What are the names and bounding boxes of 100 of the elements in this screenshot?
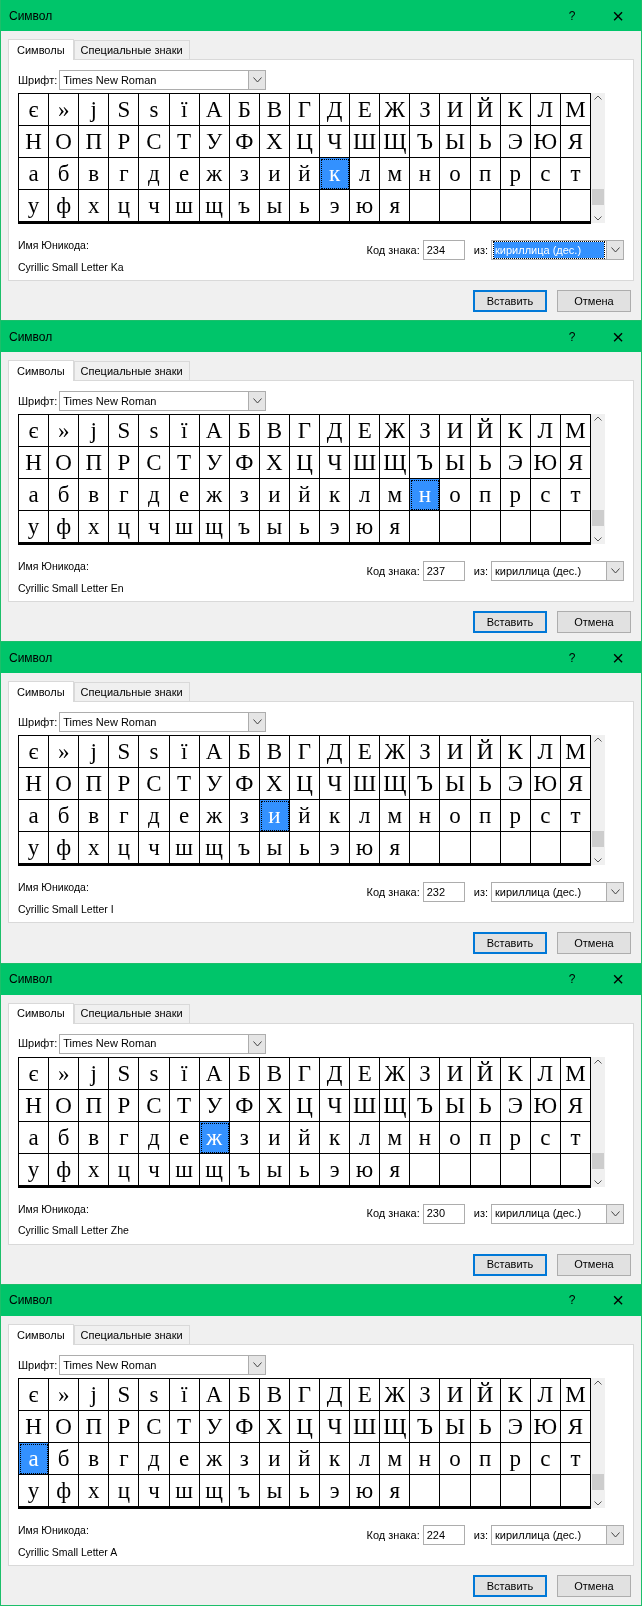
character-cell[interactable]: Э	[500, 768, 531, 801]
character-cell[interactable]: н	[410, 158, 441, 190]
character-cell[interactable]: Н	[19, 126, 50, 158]
character-cell[interactable]: Ъ	[410, 1089, 441, 1122]
character-cell[interactable]: Е	[350, 1378, 381, 1411]
character-cell[interactable]: М	[560, 736, 591, 769]
character-cell[interactable]: Э	[500, 447, 531, 480]
character-cell[interactable]: є	[19, 1057, 50, 1090]
character-cell[interactable]: Щ	[380, 768, 411, 801]
character-cell[interactable]: В	[259, 1378, 290, 1411]
character-cell[interactable]: з	[229, 158, 260, 190]
code-field[interactable]: 230	[422, 1203, 465, 1224]
character-cell[interactable]: е	[169, 158, 200, 190]
character-cell[interactable]: Н	[19, 1410, 50, 1443]
character-cell[interactable]: й	[289, 800, 321, 833]
character-cell[interactable]: л	[350, 158, 381, 190]
character-cell[interactable]: Р	[109, 126, 140, 158]
character-cell[interactable]: Л	[530, 415, 561, 448]
character-cell[interactable]: о	[440, 479, 471, 512]
character-cell[interactable]: й	[289, 479, 321, 512]
character-cell[interactable]: є	[19, 94, 50, 126]
character-cell[interactable]: ы	[259, 190, 290, 222]
character-cell[interactable]: я	[380, 832, 411, 865]
character-cell[interactable]: р	[500, 158, 531, 190]
cancel-button[interactable]: Отмена	[557, 1574, 631, 1597]
character-cell[interactable]: Ч	[320, 447, 351, 480]
character-cell[interactable]: к	[320, 1442, 351, 1475]
character-cell[interactable]: ф	[49, 832, 80, 865]
character-cell[interactable]: ц	[109, 511, 140, 544]
cancel-button[interactable]: Отмена	[557, 932, 631, 955]
character-cell[interactable]: о	[440, 158, 471, 190]
character-cell[interactable]: г	[109, 158, 140, 190]
character-cell[interactable]: Ц	[289, 447, 321, 480]
character-cell[interactable]: к	[320, 1121, 351, 1154]
character-cell[interactable]: Н	[19, 1089, 50, 1122]
character-cell[interactable]: К	[500, 1378, 531, 1411]
character-cell[interactable]: л	[350, 800, 381, 833]
close-button[interactable]: ×	[595, 642, 641, 674]
font-dropdown[interactable]: Times New Roman	[59, 1354, 267, 1375]
character-cell[interactable]: З	[410, 1057, 441, 1090]
character-cell[interactable]: Ы	[440, 1089, 471, 1122]
character-cell[interactable]: х	[79, 1474, 110, 1507]
character-cell[interactable]: м	[380, 158, 411, 190]
character-cell[interactable]: Ы	[440, 768, 471, 801]
character-cell[interactable]: ѕ	[139, 94, 170, 126]
character-cell[interactable]: ј	[79, 415, 110, 448]
character-cell[interactable]: э	[320, 511, 351, 544]
font-dropdown[interactable]: Times New Roman	[59, 70, 267, 90]
character-cell[interactable]: ж	[199, 800, 230, 833]
character-cell[interactable]: Ф	[229, 768, 260, 801]
scroll-up-icon[interactable]	[594, 1058, 602, 1064]
character-cell[interactable]: а	[19, 158, 50, 190]
code-field[interactable]: 232	[422, 882, 465, 903]
character-cell[interactable]: г	[109, 479, 140, 512]
character-cell[interactable]: Й	[470, 94, 501, 126]
character-cell[interactable]: Б	[229, 94, 260, 126]
character-cell[interactable]: и	[259, 158, 290, 190]
character-cell[interactable]: з	[229, 800, 260, 833]
character-cell[interactable]: в	[79, 800, 110, 833]
character-cell[interactable]: К	[500, 1057, 531, 1090]
character-cell[interactable]: К	[500, 736, 531, 769]
character-cell[interactable]: н	[410, 1121, 441, 1154]
character-cell[interactable]: я	[380, 190, 411, 222]
character-cell[interactable]: я	[380, 1153, 411, 1186]
character-cell[interactable]: Ц	[289, 768, 321, 801]
character-cell[interactable]: Ь	[470, 447, 501, 480]
character-cell[interactable]: ф	[49, 511, 80, 544]
character-cell[interactable]: С	[139, 447, 170, 480]
character-cell[interactable]: в	[79, 479, 110, 512]
character-cell[interactable]: Й	[470, 736, 501, 769]
scroll-up-icon[interactable]	[594, 1379, 602, 1385]
character-cell[interactable]: ч	[139, 1474, 170, 1507]
character-cell[interactable]: ю	[350, 832, 381, 865]
character-cell[interactable]: ш	[169, 190, 200, 222]
character-cell[interactable]: ш	[169, 832, 200, 865]
character-cell[interactable]: б	[49, 800, 80, 833]
character-cell[interactable]: Ъ	[410, 126, 441, 158]
character-cell[interactable]: Ы	[440, 1410, 471, 1443]
scroll-thumb[interactable]	[592, 189, 604, 205]
character-cell[interactable]: ъ	[229, 832, 260, 865]
character-cell[interactable]: Ш	[350, 447, 381, 480]
tab[interactable]: Символы	[8, 681, 74, 703]
character-cell[interactable]: Я	[560, 447, 591, 480]
character-cell[interactable]: З	[410, 736, 441, 769]
character-cell[interactable]: »	[49, 1057, 80, 1090]
character-cell[interactable]: я	[380, 511, 411, 544]
character-cell[interactable]: м	[380, 1121, 411, 1154]
tab[interactable]: Символы	[8, 39, 74, 60]
character-cell[interactable]: ъ	[229, 511, 260, 544]
character-cell[interactable]: у	[19, 1474, 50, 1507]
character-cell[interactable]: П	[79, 447, 110, 480]
character-cell[interactable]: М	[560, 1378, 591, 1411]
character-cell[interactable]: ш	[169, 511, 200, 544]
character-cell[interactable]: Ъ	[410, 447, 441, 480]
character-cell[interactable]: Ш	[350, 768, 381, 801]
character-cell[interactable]: Т	[169, 447, 200, 480]
scroll-down-icon[interactable]	[594, 858, 602, 864]
character-cell[interactable]: ф	[49, 1153, 80, 1186]
character-cell[interactable]: й	[289, 158, 321, 190]
character-cell[interactable]: З	[410, 415, 441, 448]
